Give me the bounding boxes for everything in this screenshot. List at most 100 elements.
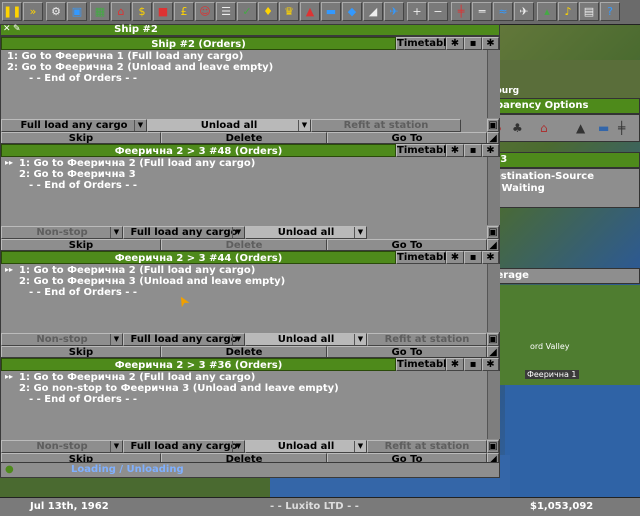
non-stop-dropdown[interactable]: Non-stop ▼ xyxy=(1,333,123,346)
order-item[interactable]: 2: Go non-stop to Феерична 3 (Unload and… xyxy=(19,383,339,394)
shade-icon[interactable]: ✱ xyxy=(446,251,464,264)
trees-icon[interactable]: ♣ xyxy=(512,121,523,135)
order-item[interactable]: 1: Go to Феерична 2 (Full load any cargo… xyxy=(19,158,255,169)
timetable-button[interactable]: Timetable xyxy=(396,37,453,50)
unload-dropdown[interactable]: Unload all ▼ xyxy=(245,440,367,453)
status-company: - - Luxito LTD - - xyxy=(270,501,359,512)
refit-button[interactable]: Refit at station xyxy=(311,119,461,132)
industry-icon[interactable]: ▲ xyxy=(300,2,320,21)
ship-list-icon[interactable]: ◢ xyxy=(363,2,383,21)
subsidies-icon[interactable]: $ xyxy=(132,2,152,21)
sticky-icon[interactable]: ✱ xyxy=(482,144,499,157)
fast-forward-icon[interactable]: » xyxy=(23,2,43,21)
ship2-window-titlebar[interactable]: ✕ ✎ Ship #2 xyxy=(0,24,500,36)
full-load-dropdown[interactable]: Full load any cargo ▼ xyxy=(123,226,245,239)
average-panel: verage xyxy=(485,268,640,284)
station-window-titlebar[interactable]: a 3 xyxy=(485,152,640,168)
debug-icon[interactable]: ▪ xyxy=(464,144,482,157)
order-item[interactable]: 1: Go to Феерична 2 (Full load any cargo… xyxy=(19,372,255,383)
unload-dropdown[interactable]: Unload all ▼ xyxy=(147,119,311,132)
orders-window-2: Феерична 2 > 3 #48 (Orders) Timetable ✱ ▪ ✱ 1… xyxy=(0,143,500,252)
map-icon[interactable]: ▦ xyxy=(90,2,110,21)
town-sign-station1[interactable]: Феерична 1 xyxy=(525,370,579,379)
order-list-scrollbar[interactable] xyxy=(487,371,500,439)
shade-icon[interactable]: ✱ xyxy=(446,144,464,157)
company-icon[interactable]: ☺ xyxy=(195,2,215,21)
newspaper-icon[interactable]: ▤ xyxy=(579,2,599,21)
music-icon[interactable]: ♪ xyxy=(558,2,578,21)
orders-window-title[interactable]: Феерична 2 > 3 #36 (Orders) xyxy=(1,358,396,371)
order-item[interactable]: 2: Go to Феерична 3 (Unload and leave em… xyxy=(19,276,285,287)
non-stop-dropdown[interactable]: Non-stop ▼ xyxy=(1,440,123,453)
graphs-icon[interactable]: ♦ xyxy=(258,2,278,21)
order-list-scrollbar[interactable] xyxy=(487,50,500,118)
town-sign-valley[interactable]: ord Valley xyxy=(530,342,570,351)
shade-icon[interactable]: ✱ xyxy=(446,358,464,371)
sticky-icon[interactable]: ✱ xyxy=(482,358,499,371)
order-item[interactable]: - - End of Orders - - xyxy=(29,394,137,405)
non-stop-dropdown[interactable]: Non-stop ▼ xyxy=(1,226,123,239)
resize-icon[interactable]: ▣ xyxy=(487,440,499,453)
order-list-scrollbar[interactable] xyxy=(487,157,500,225)
orders-window-title[interactable]: Феерична 2 > 3 #48 (Orders) xyxy=(1,144,396,157)
sticky-icon[interactable]: ✱ xyxy=(482,251,499,264)
timetable-button[interactable]: Timetable xyxy=(396,144,453,157)
full-load-dropdown[interactable]: Full load any cargo ▼ xyxy=(123,333,245,346)
station-list-icon[interactable]: ■ xyxy=(153,2,173,21)
zoom-out-icon[interactable]: − xyxy=(428,2,448,21)
road-vehicle-list-icon[interactable]: ◆ xyxy=(342,2,362,21)
save-icon[interactable]: ▣ xyxy=(67,2,87,21)
debug-icon[interactable]: ▪ xyxy=(464,251,482,264)
build-road-icon[interactable]: ═ xyxy=(472,2,492,21)
resize-icon[interactable]: ▣ xyxy=(487,333,499,346)
order-item[interactable]: 2: Go to Феерична 3 xyxy=(19,169,136,180)
transparency-options-titlebar[interactable]: sparency Options xyxy=(485,98,640,114)
debug-icon[interactable]: ▪ xyxy=(464,358,482,371)
vehicle-status-bar[interactable]: ● Loading / Unloading xyxy=(0,462,500,478)
goals-icon[interactable]: ✓ xyxy=(237,2,257,21)
build-airport-icon[interactable]: ✈ xyxy=(514,2,534,21)
resize-icon[interactable]: ▣ xyxy=(487,226,499,239)
refit-button[interactable]: Refit at station xyxy=(367,333,487,346)
league-table-icon[interactable]: ♛ xyxy=(279,2,299,21)
order-item[interactable]: 1: Go to Феерична 1 (Full load any cargo… xyxy=(7,51,243,62)
pause-icon[interactable]: ❚❚ xyxy=(2,2,22,21)
bridges-icon[interactable]: ╪ xyxy=(618,121,625,135)
finances-icon[interactable]: £ xyxy=(174,2,194,21)
zoom-in-icon[interactable]: + xyxy=(407,2,427,21)
current-order-arrow-icon: ▸▸ xyxy=(5,158,14,167)
story-book-icon[interactable]: ☰ xyxy=(216,2,236,21)
industries-icon[interactable]: ▲ xyxy=(576,121,585,135)
aircraft-list-icon[interactable]: ✈ xyxy=(384,2,404,21)
sticky-icon[interactable]: ✱ xyxy=(482,37,499,50)
resize-icon[interactable]: ▣ xyxy=(487,119,499,132)
landscaping-icon[interactable]: ▴ xyxy=(537,2,557,21)
town-directory-icon[interactable]: ⌂ xyxy=(111,2,131,21)
houses-icon[interactable]: ⌂ xyxy=(540,121,548,135)
order-item[interactable]: - - End of Orders - - xyxy=(29,287,137,298)
order-item[interactable]: 1: Go to Феерична 2 (Full load any cargo… xyxy=(19,265,255,276)
orders-window-title[interactable]: Ship #2 (Orders) xyxy=(1,37,396,50)
buildings-icon[interactable]: ▬ xyxy=(598,121,609,135)
status-money: $1,053,092 xyxy=(530,501,594,512)
debug-icon[interactable]: ▪ xyxy=(464,37,482,50)
timetable-button[interactable]: Timetable xyxy=(396,358,453,371)
order-item[interactable]: 2: Go to Феерична 2 (Unload and leave em… xyxy=(7,62,273,73)
full-load-dropdown[interactable]: Full load any cargo ▼ xyxy=(1,119,147,132)
orders-window-title[interactable]: Феерична 2 > 3 #44 (Orders) xyxy=(1,251,396,264)
build-water-icon[interactable]: ≈ xyxy=(493,2,513,21)
refit-button[interactable]: Refit at station xyxy=(367,440,487,453)
shade-icon[interactable]: ✱ xyxy=(446,37,464,50)
order-list-scrollbar[interactable] xyxy=(487,264,500,332)
help-icon[interactable]: ? xyxy=(600,2,620,21)
orders-window-3: Феерична 2 > 3 #44 (Orders) Timetable ✱ ▪ ✱ 1… xyxy=(0,250,500,359)
full-load-dropdown[interactable]: Full load any cargo ▼ xyxy=(123,440,245,453)
unload-dropdown[interactable]: Unload all ▼ xyxy=(245,226,367,239)
timetable-button[interactable]: Timetable xyxy=(396,251,453,264)
settings-icon[interactable]: ⚙ xyxy=(46,2,66,21)
build-railway-icon[interactable]: ╪ xyxy=(451,2,471,21)
order-item[interactable]: - - End of Orders - - xyxy=(29,180,137,191)
unload-dropdown[interactable]: Unload all ▼ xyxy=(245,333,367,346)
order-item[interactable]: - - End of Orders - - xyxy=(29,73,137,84)
train-list-icon[interactable]: ▬ xyxy=(321,2,341,21)
